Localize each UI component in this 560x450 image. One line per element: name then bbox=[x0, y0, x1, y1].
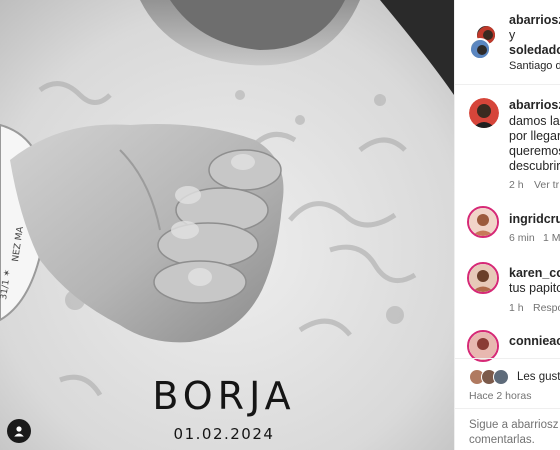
comment-text: tus papito bbox=[509, 281, 560, 295]
post-time-ago[interactable]: Hace 2 horas bbox=[469, 390, 531, 402]
comment-input-area[interactable]: Sigue a abarriosz p comentarlas. bbox=[455, 408, 560, 450]
comment-time[interactable]: 6 min bbox=[509, 232, 535, 244]
location-link[interactable]: Santiago de bbox=[509, 60, 560, 72]
comment-avatar[interactable] bbox=[467, 262, 499, 294]
avatar-image bbox=[469, 98, 499, 128]
caption-line: queremos bbox=[509, 144, 560, 158]
baby-name-text: BORJA bbox=[152, 374, 296, 418]
likes-summary: Les gusta Hace 2 horas bbox=[455, 358, 560, 406]
post-photo[interactable]: NEZ MA 31/1 ✶ BORJA 01.02.2024 bbox=[0, 0, 454, 450]
caption-avatar[interactable] bbox=[469, 98, 499, 128]
liker-avatar[interactable] bbox=[493, 369, 509, 385]
avatar-image bbox=[471, 40, 489, 58]
post-header: abarriosz y soledador Santiago de bbox=[455, 0, 560, 85]
caption-username[interactable]: abarriosz bbox=[509, 98, 560, 112]
header-username-secondary[interactable]: soledador bbox=[509, 43, 560, 57]
baby-date-text: 01.02.2024 bbox=[173, 425, 275, 443]
tagged-users-button[interactable] bbox=[7, 419, 31, 443]
caption-line: damos la bbox=[509, 114, 560, 128]
comment-username[interactable]: ingridcruz bbox=[509, 212, 560, 226]
header-connector: y bbox=[509, 28, 516, 42]
post-side-panel: abarriosz y soledador Santiago de abarri… bbox=[454, 0, 560, 450]
comment-likes[interactable]: 1 M bbox=[543, 232, 560, 244]
avatar-image bbox=[469, 208, 497, 236]
collab-avatars[interactable] bbox=[469, 24, 501, 60]
comment-time[interactable]: 1 h bbox=[509, 302, 524, 314]
caption-line: descubrir tr bbox=[509, 159, 560, 173]
likes-text[interactable]: Les gusta bbox=[517, 371, 560, 383]
caption-line: por llegar bbox=[509, 129, 560, 143]
avatar-image bbox=[469, 264, 497, 292]
caption-time[interactable]: 2 h bbox=[509, 179, 524, 191]
reply-link[interactable]: Respo bbox=[533, 302, 560, 314]
follow-to-comment-text-2: comentarlas. bbox=[469, 434, 535, 446]
avatar-image bbox=[469, 332, 497, 360]
follow-to-comment-text: Sigue a abarriosz p bbox=[469, 419, 560, 431]
translate-link[interactable]: Ver tr bbox=[534, 179, 559, 191]
header-username-primary[interactable]: abarriosz bbox=[509, 13, 560, 27]
user-icon bbox=[14, 426, 24, 437]
comment-avatar[interactable] bbox=[467, 206, 499, 238]
avatar-soledador[interactable] bbox=[469, 38, 491, 60]
comment-username[interactable]: conniеach bbox=[509, 334, 560, 348]
comment-username[interactable]: karen_cor bbox=[509, 266, 560, 280]
